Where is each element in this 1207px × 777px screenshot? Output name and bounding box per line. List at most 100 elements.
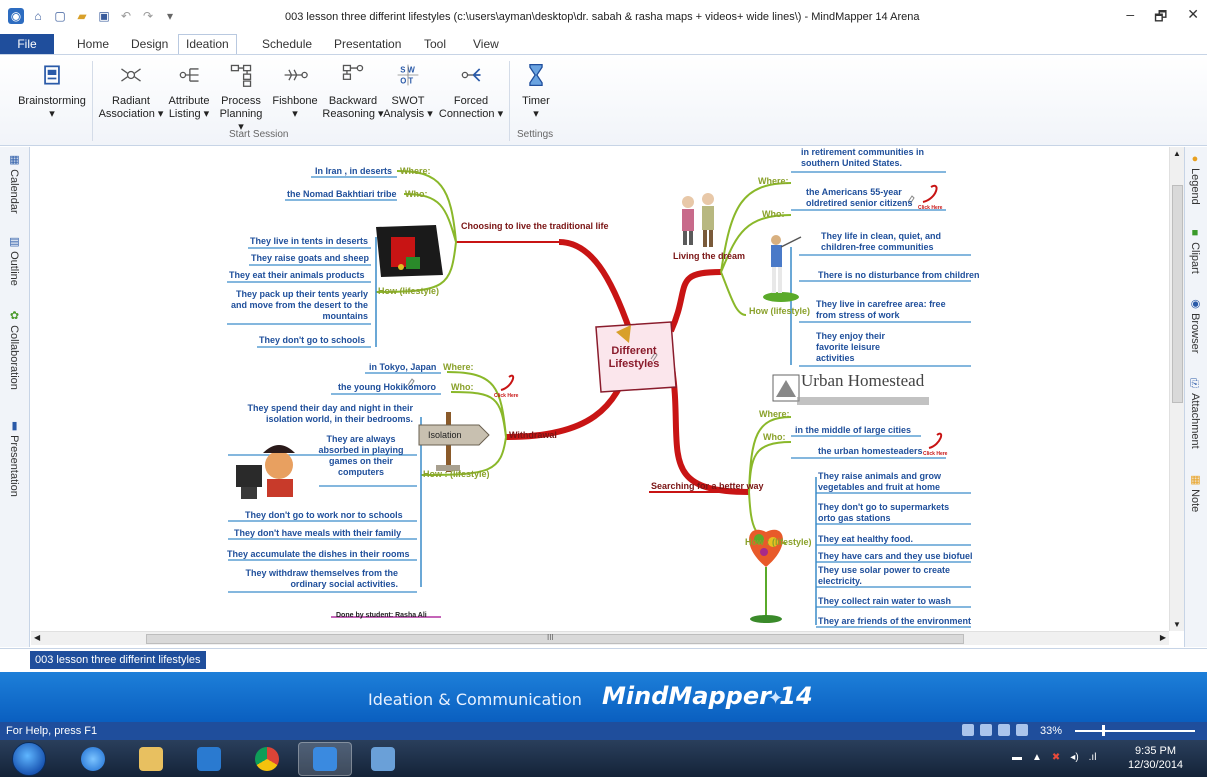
vertical-scrollbar[interactable]: ▲ ▼ (1169, 147, 1184, 631)
tab-presentation[interactable]: Presentation (334, 37, 401, 51)
timer-button[interactable]: Timer ▾ (514, 61, 558, 121)
withdrawal-how-1[interactable]: They spend their day and night in their … (233, 403, 413, 425)
center-node-label[interactable]: Different Lifestyles (603, 345, 665, 371)
outline-tab[interactable]: ▤ Outline (8, 235, 21, 286)
customize-chevron-icon[interactable]: ▾ (162, 8, 178, 24)
vertical-scroll-thumb[interactable] (1172, 185, 1183, 403)
horizontal-scrollbar[interactable]: ◀ III ▶ (31, 631, 1169, 645)
traditional-where[interactable]: In Iran , in deserts (315, 166, 392, 177)
withdrawal-how-6[interactable]: They withdraw themselves from the ordina… (236, 568, 398, 590)
swot-dropdown[interactable]: Analysis ▾ (380, 108, 436, 121)
better-how-5[interactable]: They use solar power to create electrici… (818, 565, 958, 587)
better-where[interactable]: in the middle of large cities (795, 425, 911, 436)
taskbar-mindmapper[interactable] (298, 742, 352, 776)
timer-dropdown[interactable]: ▾ (514, 108, 558, 121)
new-file-icon[interactable]: ▢ (52, 8, 68, 24)
undo-icon[interactable]: ↶ (118, 8, 134, 24)
backward-reasoning-button[interactable]: Backward Reasoning ▾ (322, 61, 384, 121)
branch-better[interactable]: Searching for a better way (651, 481, 764, 492)
withdrawal-how-4[interactable]: They don't have meals with their family (234, 528, 401, 539)
better-how-6[interactable]: They collect rain water to wash (818, 596, 951, 607)
fishbone-dropdown[interactable]: ▾ (270, 108, 320, 121)
zoom-slider-handle[interactable] (1102, 725, 1105, 736)
collaboration-tab[interactable]: ✿ Collaboration (8, 309, 21, 390)
attribute-listing-button[interactable]: Attribute Listing ▾ (164, 61, 214, 121)
click-here-better[interactable]: Click Here (923, 449, 947, 460)
minimize-button[interactable]: – (1126, 6, 1134, 30)
attachment-tab[interactable]: ⎘ Attachment (1189, 379, 1201, 449)
tab-tool[interactable]: Tool (424, 37, 446, 51)
signal-icon[interactable]: .ıl (1089, 752, 1097, 763)
taskbar-ie[interactable] (66, 742, 120, 776)
view-outline-icon[interactable] (998, 724, 1010, 736)
branch-withdrawal[interactable]: Withdrawal (509, 430, 557, 441)
forced-dropdown[interactable]: Connection ▾ (436, 108, 506, 121)
volume-icon[interactable]: ◂) (1070, 752, 1078, 763)
clipart-tab[interactable]: ■ Clipart (1189, 227, 1201, 274)
traditional-how-5[interactable]: They don't go to schools (259, 335, 365, 346)
traditional-who[interactable]: the Nomad Bakhtiari tribe (287, 189, 397, 200)
dream-how-4[interactable]: They enjoy their favorite leisure activi… (816, 331, 906, 364)
show-hidden-icons-icon[interactable]: ▲ (1032, 752, 1042, 763)
traditional-how-3[interactable]: They eat their animals products (229, 270, 365, 281)
withdrawal-how-5[interactable]: They accumulate the dishes in their room… (227, 549, 410, 560)
withdrawal-where[interactable]: in Tokyo, Japan (369, 362, 436, 373)
document-tab[interactable]: 003 lesson three differint lifestyles (30, 651, 206, 669)
brainstorming-dropdown[interactable]: ▾ (14, 108, 90, 121)
dream-how-2[interactable]: There is no disturbance from children (818, 270, 980, 281)
view-map-icon[interactable] (980, 724, 992, 736)
network-alert-icon[interactable]: ✖ (1052, 752, 1060, 763)
attribute-dropdown[interactable]: Listing ▾ (164, 108, 214, 121)
withdrawal-who[interactable]: the young Hokikomoro (338, 382, 436, 393)
tab-home[interactable]: Home (77, 37, 109, 51)
better-who[interactable]: the urban homesteaders (818, 446, 923, 457)
mindmap-canvas[interactable]: Different Lifestyles Choosing to live th… (31, 147, 1169, 631)
radiant-dropdown[interactable]: Association ▾ (96, 108, 166, 121)
traditional-how-2[interactable]: They raise goats and sheep (251, 253, 369, 264)
app-logo-icon[interactable]: ◉ (8, 8, 24, 24)
restore-button[interactable]: 🗗 (1154, 6, 1167, 30)
home-icon[interactable]: ⌂ (30, 8, 46, 24)
forced-connection-button[interactable]: Forced Connection ▾ (436, 61, 506, 121)
withdrawal-how-3[interactable]: They don't go to work nor to schools (245, 510, 403, 521)
presentation-tab[interactable]: ▮ Presentation (8, 419, 21, 497)
zoom-slider[interactable] (1075, 730, 1195, 732)
process-planning-button[interactable]: Process Planning ▾ (218, 61, 264, 134)
tab-ideation[interactable]: Ideation (178, 34, 237, 54)
browser-tab[interactable]: ◉ Browser (1189, 297, 1202, 353)
tab-schedule[interactable]: Schedule (262, 37, 312, 51)
taskbar-paint[interactable] (356, 742, 410, 776)
better-how-2[interactable]: They don't go to supermarkets orto gas s… (818, 502, 968, 524)
horizontal-scroll-thumb[interactable]: III (146, 633, 964, 644)
calendar-tab[interactable]: ▦ Calendar (8, 153, 21, 214)
taskbar-media[interactable] (182, 742, 236, 776)
scroll-up-icon[interactable]: ▲ (1173, 149, 1181, 158)
swot-analysis-button[interactable]: S WO T SWOT Analysis ▾ (380, 61, 436, 121)
taskbar-explorer[interactable] (124, 742, 178, 776)
withdrawal-how-2[interactable]: They are always absorbed in playing game… (316, 434, 406, 478)
save-icon[interactable]: ▣ (96, 8, 112, 24)
better-how-3[interactable]: They eat healthy food. (818, 534, 913, 545)
better-how-7[interactable]: They are friends of the environment (818, 616, 971, 627)
keyboard-icon[interactable]: ▬ (1012, 752, 1022, 763)
brainstorming-button[interactable]: Brainstorming ▾ (14, 61, 90, 121)
tab-design[interactable]: Design (131, 37, 168, 51)
note-tab[interactable]: ▦ Note (1189, 473, 1202, 512)
backward-dropdown[interactable]: Reasoning ▾ (322, 108, 384, 121)
fishbone-button[interactable]: Fishbone ▾ (270, 61, 320, 121)
taskbar-chrome[interactable] (240, 742, 294, 776)
better-how-4[interactable]: They have cars and they use biofuel (818, 551, 973, 562)
open-folder-icon[interactable]: ▰ (74, 8, 90, 24)
tab-file[interactable]: File (0, 34, 54, 54)
redo-icon[interactable]: ↷ (140, 8, 156, 24)
tab-view[interactable]: View (473, 37, 499, 51)
click-here-dream[interactable]: Click Here (918, 203, 942, 214)
dream-where[interactable]: in retirement communities in southern Un… (801, 147, 951, 169)
zoom-page-icon[interactable] (1016, 724, 1028, 736)
zoom-fit-icon[interactable] (962, 724, 974, 736)
scroll-right-icon[interactable]: ▶ (1160, 633, 1166, 642)
close-button[interactable]: ✕ (1187, 6, 1199, 30)
scroll-left-icon[interactable]: ◀ (34, 633, 40, 642)
legend-tab[interactable]: ● Legend (1189, 153, 1201, 205)
dream-who[interactable]: the Americans 55-year oldretired senior … (806, 187, 936, 209)
